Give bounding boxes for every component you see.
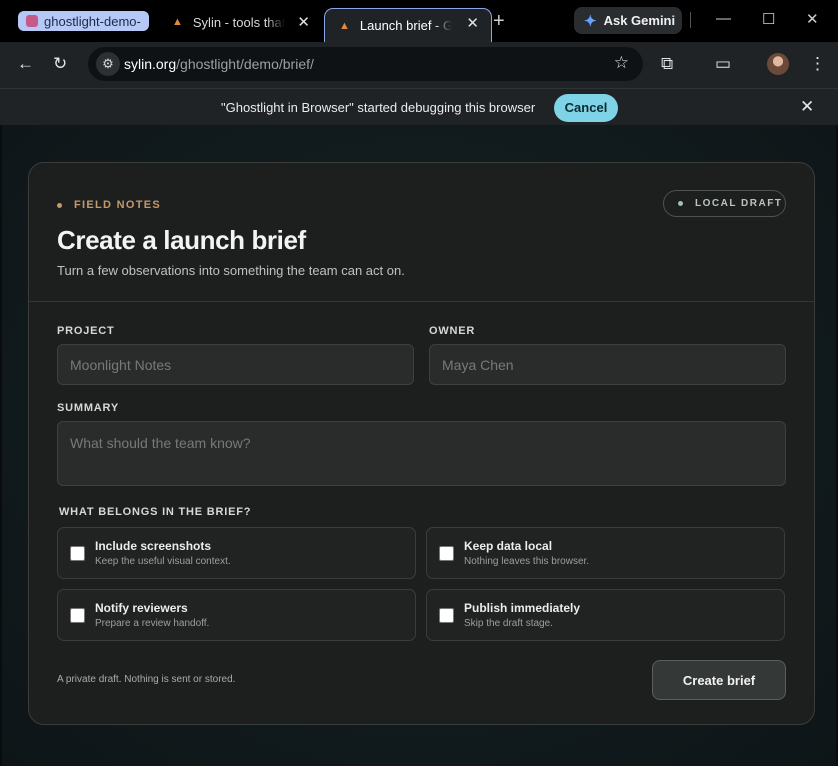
back-arrow-icon[interactable]: ←: [17, 54, 34, 74]
tab-label: Launch brief - Gh: [359, 18, 452, 33]
owner-label: OWNER: [429, 325, 476, 337]
option-publish-immediately[interactable]: Publish immediately Skip the draft stage…: [426, 589, 785, 641]
option-keep-data-local[interactable]: Keep data local Nothing leaves this brow…: [426, 527, 785, 579]
url-text[interactable]: sylin.org/ghostlight/demo/brief/: [124, 56, 314, 72]
new-tab-button[interactable]: +: [493, 10, 505, 33]
tab-strip: ghostlight-demo- ▲ Sylin - tools that a …: [0, 0, 838, 42]
options-heading: WHAT BELONGS IN THE BRIEF?: [59, 506, 252, 518]
option-notify-reviewers[interactable]: Notify reviewers Prepare a review handof…: [57, 589, 416, 641]
create-brief-button[interactable]: Create brief: [652, 660, 786, 700]
status-badge-label: LOCAL DRAFT: [695, 198, 783, 209]
tab-label: Sylin - tools that a: [192, 14, 285, 30]
tab-close-icon[interactable]: ✕: [297, 13, 310, 31]
tab-group-chip[interactable]: ghostlight-demo-: [18, 11, 149, 31]
close-icon[interactable]: ✕: [800, 97, 814, 117]
flame-favicon-icon: ▲: [339, 19, 350, 32]
menu-kebab-icon[interactable]: ⋮: [809, 54, 826, 74]
checkbox[interactable]: [70, 546, 85, 561]
option-description: Keep the useful visual context.: [95, 556, 231, 567]
bookmark-star-icon[interactable]: ☆: [614, 53, 629, 73]
profile-avatar[interactable]: [767, 53, 789, 75]
option-title: Publish immediately: [464, 601, 581, 615]
debugging-infobar: "Ghostlight in Browser" started debuggin…: [0, 88, 838, 125]
infobar-message: "Ghostlight in Browser" started debuggin…: [221, 100, 536, 115]
summary-label: SUMMARY: [57, 402, 120, 414]
cast-icon[interactable]: ▭: [715, 54, 731, 74]
page-viewport: FIELD NOTES LOCAL DRAFT Create a launch …: [0, 125, 838, 766]
dot-icon: [678, 201, 683, 206]
ask-gemini-label: Ask Gemini: [603, 13, 676, 28]
ghost-favicon-icon: [26, 15, 38, 27]
checkbox[interactable]: [439, 546, 454, 561]
checkbox[interactable]: [439, 608, 454, 623]
divider: [29, 301, 814, 302]
extensions-icon[interactable]: ⧉: [661, 54, 673, 74]
option-title: Notify reviewers: [95, 601, 188, 615]
page-title: Create a launch brief: [57, 225, 306, 255]
reload-icon[interactable]: ↻: [53, 54, 67, 74]
flame-favicon-icon: ▲: [172, 16, 183, 28]
eyebrow: FIELD NOTES: [57, 199, 161, 211]
option-title: Include screenshots: [95, 539, 212, 553]
project-label: PROJECT: [57, 325, 115, 337]
eyebrow-label: FIELD NOTES: [74, 199, 162, 211]
page-subtitle: Turn a few observations into something t…: [57, 263, 405, 278]
dot-icon: [57, 202, 62, 208]
divider: [690, 12, 691, 28]
checkbox[interactable]: [70, 608, 85, 623]
status-badge: LOCAL DRAFT: [663, 190, 786, 217]
address-bar[interactable]: ⚙ sylin.org/ghostlight/demo/brief/ ☆: [88, 47, 643, 81]
option-description: Skip the draft stage.: [464, 618, 553, 629]
project-input[interactable]: [57, 344, 414, 385]
browser-toolbar: ← ↻ ⚙ sylin.org/ghostlight/demo/brief/ ☆…: [0, 42, 838, 88]
owner-input[interactable]: [429, 344, 786, 385]
summary-textarea[interactable]: [57, 421, 786, 486]
option-include-screenshots[interactable]: Include screenshots Keep the useful visu…: [57, 527, 416, 579]
launch-brief-card: FIELD NOTES LOCAL DRAFT Create a launch …: [28, 162, 815, 725]
footer-note: A private draft. Nothing is sent or stor…: [57, 674, 236, 685]
gemini-spark-icon: ✦: [584, 12, 597, 30]
tab-sylin[interactable]: ▲ Sylin - tools that a ✕: [158, 8, 322, 36]
option-title: Keep data local: [464, 539, 553, 553]
site-settings-icon[interactable]: ⚙: [96, 52, 120, 76]
url-host: sylin.org: [124, 56, 177, 72]
cancel-debugging-button[interactable]: Cancel: [554, 94, 618, 122]
ask-gemini-button[interactable]: ✦ Ask Gemini: [574, 7, 682, 34]
tab-group-label: ghostlight-demo-: [44, 13, 141, 29]
url-path: /ghostlight/demo/brief/: [176, 56, 314, 72]
tab-launch-brief[interactable]: ▲ Launch brief - Gh ✕: [324, 8, 492, 42]
tab-close-icon[interactable]: ✕: [466, 14, 479, 32]
maximize-icon[interactable]: ☐: [762, 10, 775, 28]
minimize-icon[interactable]: —: [716, 10, 731, 27]
window-close-icon[interactable]: ✕: [806, 10, 819, 28]
option-description: Prepare a review handoff.: [95, 618, 210, 629]
option-description: Nothing leaves this browser.: [464, 556, 590, 567]
